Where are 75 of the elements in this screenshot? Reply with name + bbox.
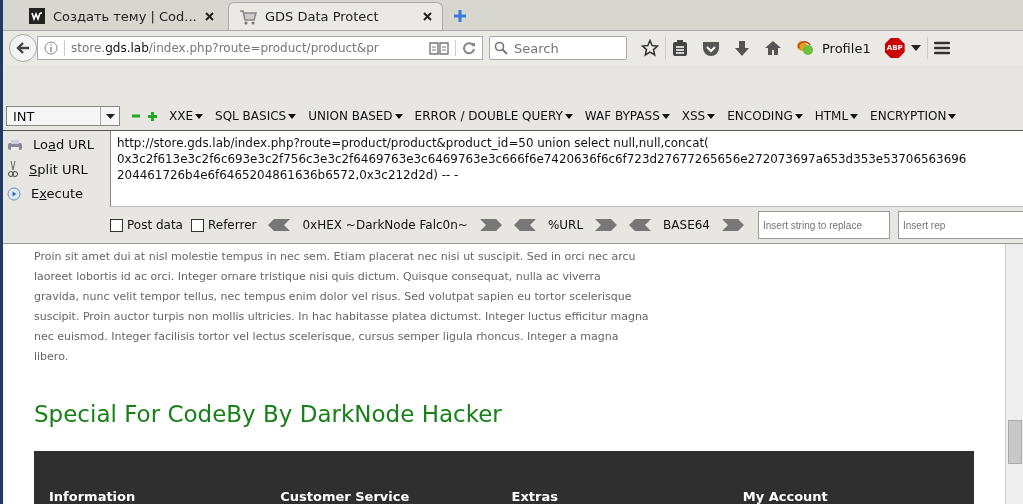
footer-heading: Extras [511, 489, 558, 504]
footer-heading: Information [49, 489, 136, 504]
encode-arrow-icon[interactable] [513, 219, 536, 231]
encode-arrow-icon[interactable] [629, 219, 652, 231]
page-heading: Special For CodeBy By DarkNode Hacker [34, 401, 503, 427]
encode-arrow-icon[interactable] [268, 219, 291, 231]
new-tab-icon[interactable] [453, 9, 467, 23]
reader-view-icon[interactable] [429, 41, 449, 55]
action-button[interactable]: Split URL [7, 160, 110, 178]
menu-item[interactable]: XSS [681, 109, 716, 123]
replace-input-field[interactable]: Insert rep [898, 211, 1023, 239]
browser-tab[interactable]: GDS Data Protect [228, 2, 443, 30]
caret-icon [707, 113, 716, 119]
caret-icon [794, 113, 803, 119]
encoder-label: 0xHEX ~DarkNode Falc0n~ [302, 218, 468, 232]
menu-item[interactable]: SQL BASICS [215, 109, 297, 123]
download-icon[interactable] [734, 39, 750, 57]
caret-icon [105, 113, 115, 119]
body-paragraph: Proin sit amet dui at nisl molestie tempus in nec sem. Etiam placerat nec nisi ut suscipit. Sed in orci nec arcu laoreet lobortis id ac orci. Integer ornare tristique nisi quis dictum. Quisque consequat, nulla ac viverra gravida, nunc velit tempor tellus, nec tempus enim dolor vel risus. Sed volutpat sapien eu tortor scelerisque suscipit. Proin auctor turpis non mollis ultricies. In hac habitasse platea dictumst. Integer luctus efficitur magna nec euismod. Integer facilisis tortor vel lectus scelerisque, cursus semper ligula rhoncus. Integer a magna libero. [34, 249, 649, 365]
scrollbar[interactable] [1005, 244, 1023, 504]
scissors-icon [7, 160, 19, 178]
pocket-icon[interactable] [702, 39, 720, 57]
action-button[interactable]: Load URL [7, 137, 110, 152]
search-icon [494, 41, 508, 55]
menu-item[interactable]: WAF BYPASS [584, 109, 670, 123]
tab-title: Создать тему | Cod... [53, 8, 197, 24]
url-input-field[interactable]: http://store.gds.lab/index.php?route=product/product&product_id=50 union select null,null,concat( 0x3c2f613e3c2f6c693e3c2f756c3e3c2f6469763e3c6469763e3c666f6e7420636f6c6f723d27677265656e272073697a653d353e53706563696 204461726b4e6f6465204861636b6572,0x3c212d2d) -- - [110, 131, 1023, 207]
play-icon [7, 186, 21, 201]
star-icon[interactable] [641, 39, 659, 57]
info-icon[interactable] [44, 41, 58, 55]
decode-arrow-icon[interactable] [722, 219, 744, 231]
close-icon[interactable] [205, 11, 214, 21]
address-bar[interactable]: store.gds.lab/index.php?route=product/product&pr [37, 36, 483, 60]
footer-heading: My Account [742, 489, 828, 504]
caret-icon [661, 113, 670, 119]
plus-icon[interactable] [148, 111, 157, 121]
caret-icon [564, 113, 573, 119]
reload-icon[interactable] [462, 41, 476, 55]
caret-icon [195, 113, 204, 119]
close-icon[interactable] [423, 12, 432, 21]
checkbox[interactable]: Post data [110, 218, 183, 232]
cart-icon [239, 8, 257, 25]
printer-icon [7, 137, 23, 152]
checkbox[interactable]: Referrer [190, 218, 257, 232]
encoder-label: BASE64 [663, 218, 710, 232]
injection-type-select[interactable]: INT [6, 106, 120, 126]
decode-arrow-icon[interactable] [479, 219, 502, 231]
clipboard-icon[interactable] [672, 39, 688, 57]
minus-icon[interactable] [132, 112, 140, 120]
action-button[interactable]: Execute [7, 186, 110, 201]
decode-arrow-icon[interactable] [595, 219, 618, 231]
back-arrow-icon [16, 41, 30, 55]
menu-item[interactable]: ENCODING [727, 109, 803, 123]
menu-icon[interactable] [933, 41, 950, 55]
caret-icon[interactable] [910, 45, 921, 51]
encoder-label: %URL [547, 218, 584, 232]
replace-input-field[interactable]: Insert string to replace [758, 211, 890, 239]
menu-item[interactable]: ENCRYPTION [870, 109, 957, 123]
caret-icon [394, 113, 403, 119]
menu-item[interactable]: UNION BASED [308, 109, 403, 123]
menu-item[interactable]: HTML [814, 109, 859, 123]
caret-icon [850, 113, 859, 119]
menu-item[interactable]: ERROR / DOUBLE QUERY [414, 109, 573, 123]
browser-tab[interactable]: Создать тему | Cod... [19, 2, 224, 30]
search-field[interactable]: Search [489, 36, 627, 60]
site-logo-icon [29, 8, 45, 24]
tab-title: GDS Data Protect [265, 9, 380, 24]
footer-heading: Customer Service [280, 489, 410, 504]
url-text: store.gds.lab/index.php?route=product/product&pr [71, 41, 380, 55]
home-icon[interactable] [764, 40, 782, 56]
back-button[interactable] [9, 34, 37, 62]
profile-button[interactable]: Profile1 [796, 39, 871, 57]
caret-icon [948, 113, 957, 119]
menu-item[interactable]: XXE [169, 109, 204, 123]
caret-icon [288, 113, 297, 119]
